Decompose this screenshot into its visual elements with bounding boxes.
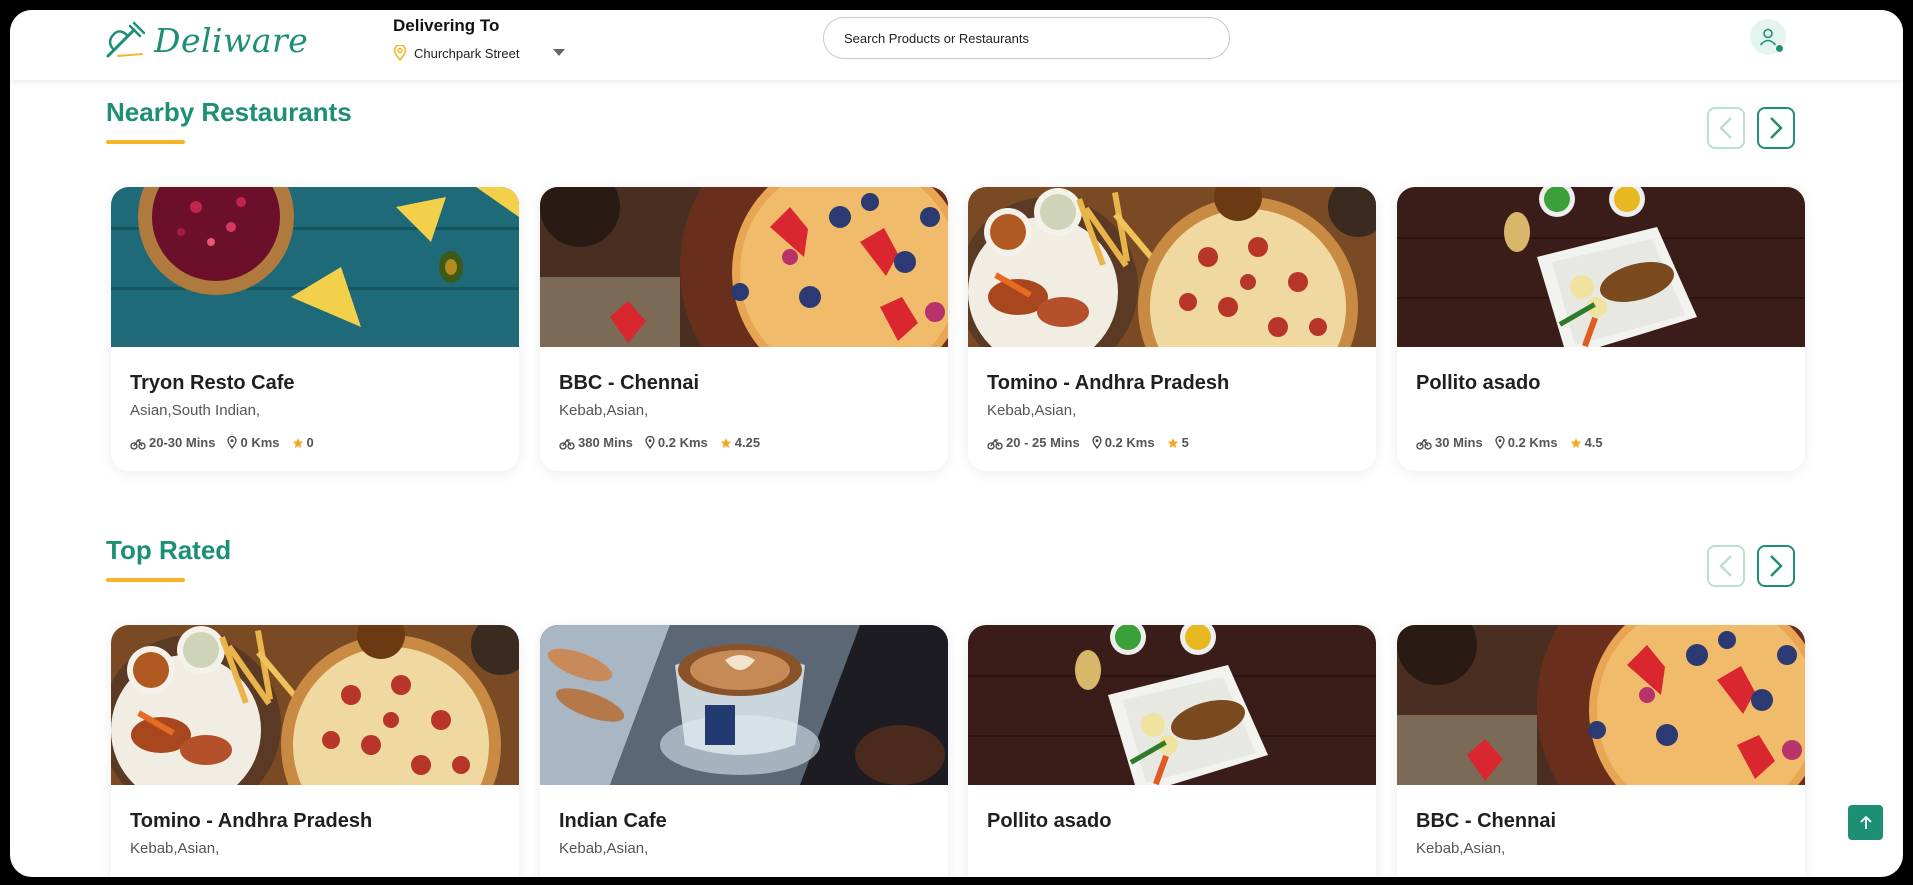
user-profile-button[interactable] <box>1750 19 1786 55</box>
logo-icon <box>106 21 146 58</box>
restaurant-cuisine: Kebab,Asian, <box>987 402 1077 419</box>
distance-pin-icon <box>645 436 655 449</box>
distance-value: 0.2 Kms <box>1104 435 1155 450</box>
arrow-up-icon <box>1859 815 1872 829</box>
restaurant-name: Pollito asado <box>987 810 1112 832</box>
restaurant-cuisine: Kebab,Asian, <box>559 840 649 857</box>
chevron-left-icon <box>1719 117 1732 139</box>
location-pin-icon <box>393 45 407 61</box>
top-header: Deliware Delivering To Churchpark Street <box>10 10 1903 80</box>
section-title-nearby: Nearby Restaurants <box>106 97 352 127</box>
restaurant-image <box>111 625 519 785</box>
distance-pin-icon <box>1495 436 1505 449</box>
rating: 5 <box>1167 435 1189 450</box>
nearby-prev-button[interactable] <box>1707 107 1745 149</box>
star-icon <box>1570 437 1581 448</box>
delivery-time: 20 - 25 Mins <box>987 435 1080 450</box>
restaurant-meta: 30 Mins 0.2 Kms 4.5 <box>1416 435 1603 450</box>
caret-down-icon[interactable] <box>552 49 565 57</box>
rating: 4.5 <box>1570 435 1603 450</box>
restaurant-image <box>540 625 948 785</box>
chevron-right-icon <box>1770 117 1783 139</box>
restaurant-cuisine: Asian,South Indian, <box>130 402 261 419</box>
rating-value: 4.25 <box>734 435 761 450</box>
restaurant-name: Tryon Resto Cafe <box>130 372 295 394</box>
restaurant-meta: 20-30 Mins 0 Kms 0 <box>130 435 314 450</box>
section-underline <box>106 578 185 582</box>
delivery-time-icon <box>987 438 1003 450</box>
restaurant-name: BBC - Chennai <box>1416 810 1556 832</box>
logo-text: Deliware <box>154 20 309 60</box>
restaurant-cuisine: Kebab,Asian, <box>1416 840 1506 857</box>
restaurant-image <box>540 187 948 347</box>
delivery-time-icon <box>1416 438 1432 450</box>
rating: 4.25 <box>720 435 760 450</box>
distance-pin-icon <box>1092 436 1102 449</box>
distance: 0.2 Kms <box>1092 435 1155 450</box>
restaurant-meta: 380 Mins 0.2 Kms 4.25 <box>559 435 760 450</box>
restaurant-card[interactable]: BBC - Chennai Kebab,Asian, <box>1397 625 1805 877</box>
section-underline <box>106 140 185 144</box>
restaurant-image <box>968 187 1376 347</box>
restaurant-card[interactable]: Tomino - Andhra Pradesh Kebab,Asian, <box>111 625 519 877</box>
restaurant-name: Tomino - Andhra Pradesh <box>130 810 373 832</box>
restaurant-card[interactable]: Pollito asado <box>968 625 1376 877</box>
distance-value: 0 Kms <box>240 435 280 450</box>
delivery-time-value: 20 - 25 Mins <box>1006 435 1080 450</box>
restaurant-card[interactable]: Pollito asado 30 Mins 0.2 Kms 4.5 <box>1397 187 1805 471</box>
distance: 0 Kms <box>227 435 280 450</box>
delivery-time: 30 Mins <box>1416 435 1483 450</box>
restaurant-image <box>1397 625 1805 785</box>
restaurant-name: Indian Cafe <box>559 810 667 832</box>
restaurant-card[interactable]: Tomino - Andhra Pradesh Kebab,Asian, 20 … <box>968 187 1376 471</box>
app-window: Deliware Delivering To Churchpark Street <box>10 10 1903 877</box>
restaurant-meta: 20 - 25 Mins 0.2 Kms 5 <box>987 435 1189 450</box>
restaurant-image <box>968 625 1376 785</box>
chevron-left-icon <box>1719 555 1732 577</box>
delivering-to-label: Delivering To <box>393 16 500 35</box>
search-input[interactable] <box>823 17 1230 59</box>
online-status-dot <box>1775 44 1784 53</box>
star-icon <box>720 437 732 448</box>
restaurant-name: BBC - Chennai <box>559 372 699 394</box>
rating-value: 5 <box>1181 435 1189 450</box>
delivery-location-selector[interactable]: Delivering To Churchpark Street <box>393 16 565 61</box>
chevron-right-icon <box>1770 555 1783 577</box>
rating-value: 4.5 <box>1584 435 1603 450</box>
delivery-time-icon <box>559 438 575 450</box>
delivery-time-value: 20-30 Mins <box>149 435 216 450</box>
restaurant-image <box>1397 187 1805 347</box>
distance-value: 0.2 Kms <box>1507 435 1558 450</box>
rating: 0 <box>292 435 314 450</box>
delivery-time: 380 Mins <box>559 435 633 450</box>
restaurant-card[interactable]: Indian Cafe Kebab,Asian, <box>540 625 948 877</box>
top-rated-next-button[interactable] <box>1757 545 1795 587</box>
restaurant-cuisine: Kebab,Asian, <box>559 402 649 419</box>
delivery-time-value: 30 Mins <box>1435 435 1483 450</box>
nearby-next-button[interactable] <box>1757 107 1795 149</box>
distance: 0.2 Kms <box>645 435 708 450</box>
distance-pin-icon <box>227 436 238 449</box>
restaurant-card[interactable]: BBC - Chennai Kebab,Asian, 380 Mins 0.2 … <box>540 187 948 471</box>
section-title-top-rated: Top Rated <box>106 535 232 565</box>
restaurant-cuisine: Kebab,Asian, <box>130 840 220 857</box>
star-icon <box>292 437 303 448</box>
selected-location: Churchpark Street <box>414 45 520 61</box>
rating-value: 0 <box>306 435 314 450</box>
restaurant-name: Pollito asado <box>1416 372 1541 394</box>
restaurant-image <box>111 187 519 347</box>
delivery-time-icon <box>130 438 146 450</box>
restaurant-name: Tomino - Andhra Pradesh <box>987 372 1230 394</box>
star-icon <box>1167 437 1178 448</box>
scroll-to-top-button[interactable] <box>1848 805 1883 840</box>
user-icon <box>1759 28 1777 46</box>
brand-logo[interactable]: Deliware <box>104 20 308 60</box>
restaurant-card[interactable]: Tryon Resto Cafe Asian,South Indian, 20-… <box>111 187 519 471</box>
delivery-time-value: 380 Mins <box>578 435 633 450</box>
distance-value: 0.2 Kms <box>657 435 708 450</box>
delivery-time: 20-30 Mins <box>130 435 215 450</box>
distance: 0.2 Kms <box>1495 435 1558 450</box>
top-rated-prev-button[interactable] <box>1707 545 1745 587</box>
